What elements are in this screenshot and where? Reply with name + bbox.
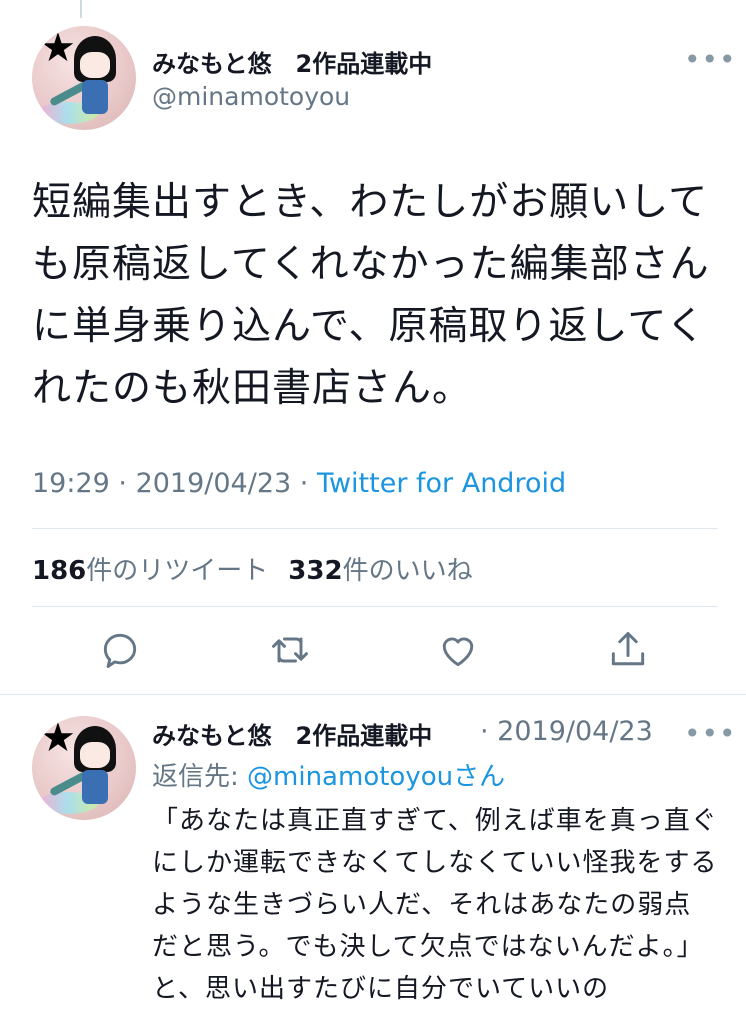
reply-more-options-icon[interactable]: ••• [684, 720, 737, 748]
retweet-label: 件のリツイート [86, 556, 269, 586]
like-button[interactable] [436, 628, 480, 672]
reply-icon [103, 633, 137, 668]
tweet-stats: 186件のリツイート 332件のいいね [32, 550, 473, 587]
reply-avatar[interactable]: ★ [32, 716, 136, 820]
user-handle[interactable]: @minamotoyou [152, 82, 350, 111]
avatar[interactable]: ★ [32, 26, 136, 130]
like-icon [442, 637, 474, 667]
tweet-text: 短編集出すとき、わたしがお願いしても原稿返してくれなかった編集部さんに単身乗り込… [32, 180, 710, 411]
divider [32, 606, 718, 607]
section-divider [0, 694, 746, 695]
reply-display-name[interactable]: みなもと悠 2作品連載中 [152, 716, 432, 751]
retweet-button[interactable] [268, 628, 312, 672]
avatar-body [82, 80, 108, 114]
reply-text: 「あなたは真正直すぎて、例えば車を真っ直ぐにしか運転できなくてしなくていい怪我を… [152, 806, 718, 1004]
tweet-time: 19:29 [32, 468, 110, 499]
tweet-date[interactable]: 2019/04/23 [136, 468, 292, 499]
reply-prefix: 返信先: [152, 762, 248, 792]
thread-line [80, 0, 82, 18]
tweet-source-link[interactable]: Twitter for Android [317, 468, 566, 499]
star-icon: ★ [40, 716, 76, 761]
avatar-face [80, 52, 110, 78]
divider [32, 528, 718, 529]
retweet-stat[interactable]: 186件のリツイート [32, 556, 268, 586]
display-name[interactable]: みなもと悠 2作品連載中 [152, 44, 432, 79]
avatar-body [82, 770, 108, 804]
share-icon [611, 632, 645, 666]
star-icon: ★ [40, 26, 76, 71]
avatar-face [80, 742, 110, 768]
meta-separator: · [109, 468, 136, 499]
reply-date[interactable]: · 2019/04/23 [480, 716, 653, 747]
reply-button[interactable] [98, 628, 142, 672]
retweet-count: 186 [32, 556, 87, 586]
like-stat[interactable]: 332件のいいね [288, 556, 472, 586]
reply-suffix: さん [453, 762, 506, 792]
like-label: 件のいいね [342, 556, 473, 586]
replying-to: 返信先: @minamotoyouさん [152, 756, 505, 793]
share-button[interactable] [606, 628, 650, 672]
tweet-meta: 19:29 · 2019/04/23 · Twitter for Android [32, 468, 566, 499]
retweet-icon [272, 637, 308, 663]
meta-separator: · [291, 468, 317, 499]
reply-mention-link[interactable]: @minamotoyou [247, 762, 453, 792]
more-options-icon[interactable]: ••• [684, 46, 737, 74]
like-count: 332 [288, 556, 343, 586]
